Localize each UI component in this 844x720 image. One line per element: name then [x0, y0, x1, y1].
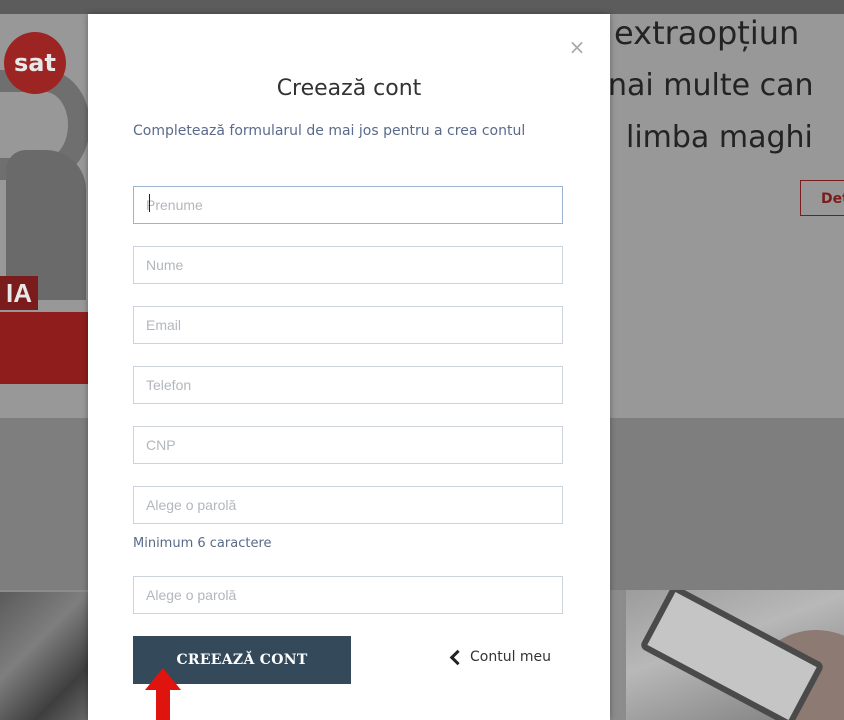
- password-hint: Minimum 6 caractere: [133, 536, 272, 551]
- logo-text: sat: [14, 49, 56, 77]
- text-caret: [149, 194, 150, 212]
- modal-subtitle: Completează formularul de mai jos pentru…: [133, 123, 526, 139]
- top-strip: [0, 0, 844, 14]
- promo-badge: IA: [0, 276, 38, 310]
- close-icon[interactable]: ×: [566, 36, 588, 58]
- smartphone-graphic: [639, 590, 825, 720]
- hero-text-line-1: extraopțiun: [614, 14, 800, 52]
- cnp-input[interactable]: [133, 426, 563, 464]
- hero-text-line-3: limba maghi: [626, 120, 813, 155]
- modal-title: Creează cont: [276, 76, 422, 101]
- last-name-input[interactable]: [133, 246, 563, 284]
- photo-right: [626, 590, 844, 720]
- red-arrow-up-icon: [145, 668, 181, 720]
- password-input[interactable]: [133, 486, 563, 524]
- phone-input[interactable]: [133, 366, 563, 404]
- my-account-link[interactable]: Contul meu: [449, 649, 552, 665]
- first-name-input[interactable]: [133, 186, 563, 224]
- details-button[interactable]: Det: [800, 180, 844, 216]
- hero-text-line-2: nai multe can: [608, 68, 814, 103]
- password-confirm-input[interactable]: [133, 576, 563, 614]
- promo-red-bar: [0, 312, 90, 384]
- my-account-link-label: Contul meu: [470, 649, 552, 665]
- photo-left: [0, 592, 90, 720]
- email-input[interactable]: [133, 306, 563, 344]
- chevron-left-icon: [449, 649, 466, 665]
- brand-logo[interactable]: sat: [4, 32, 66, 94]
- create-account-modal: × Creează cont Completează formularul de…: [88, 14, 610, 720]
